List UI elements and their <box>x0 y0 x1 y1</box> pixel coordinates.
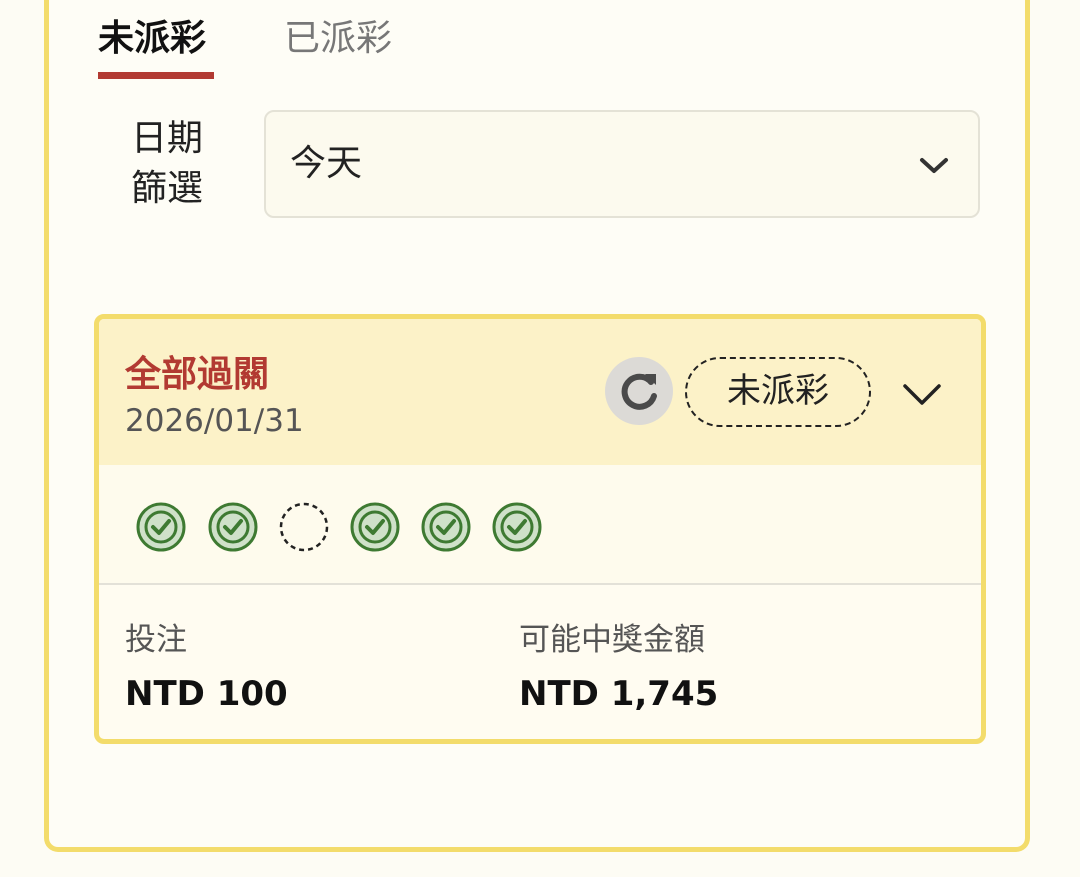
date-filter-label: 日期 篩選 <box>122 114 212 214</box>
date-filter-value: 今天 <box>290 143 363 184</box>
bet-date: 2026/01/31 <box>125 403 304 439</box>
active-tab-indicator <box>98 72 214 79</box>
tab-unsettled-label: 未派彩 <box>98 18 207 59</box>
bet-card-header[interactable]: 全部過關 2026/01/31 未派彩 <box>99 319 981 465</box>
potential-payout-label: 可能中獎金額 <box>519 622 705 658</box>
leg-pending-dashed-circle-icon <box>279 502 329 552</box>
tab-settled[interactable]: 已派彩 <box>284 14 392 64</box>
bet-card: 全部過關 2026/01/31 未派彩 投注 可能中獎金額 NTD 100 NT… <box>94 314 986 744</box>
potential-payout-value: NTD 1,745 <box>519 674 719 714</box>
bet-type-title: 全部過關 <box>125 354 270 395</box>
refresh-button[interactable] <box>605 357 673 425</box>
chevron-down-icon <box>920 158 948 173</box>
leg-won-check-circle-icon <box>492 502 542 552</box>
status-badge: 未派彩 <box>685 357 871 427</box>
leg-won-check-circle-icon <box>208 502 258 552</box>
leg-won-check-circle-icon <box>421 502 471 552</box>
leg-won-check-circle-icon <box>136 502 186 552</box>
leg-won-check-circle-icon <box>350 502 400 552</box>
date-filter-label-line2: 篩選 <box>130 168 203 209</box>
expand-chevron-icon[interactable] <box>901 381 943 407</box>
bet-legs-row <box>99 465 981 585</box>
stake-value: NTD 100 <box>125 674 288 714</box>
date-filter-select[interactable]: 今天 <box>264 110 980 218</box>
stake-label: 投注 <box>125 622 187 658</box>
tab-unsettled[interactable]: 未派彩 <box>98 14 214 79</box>
refresh-icon <box>621 373 657 410</box>
date-filter-label-line1: 日期 <box>130 118 203 159</box>
tab-settled-label: 已派彩 <box>284 18 393 59</box>
